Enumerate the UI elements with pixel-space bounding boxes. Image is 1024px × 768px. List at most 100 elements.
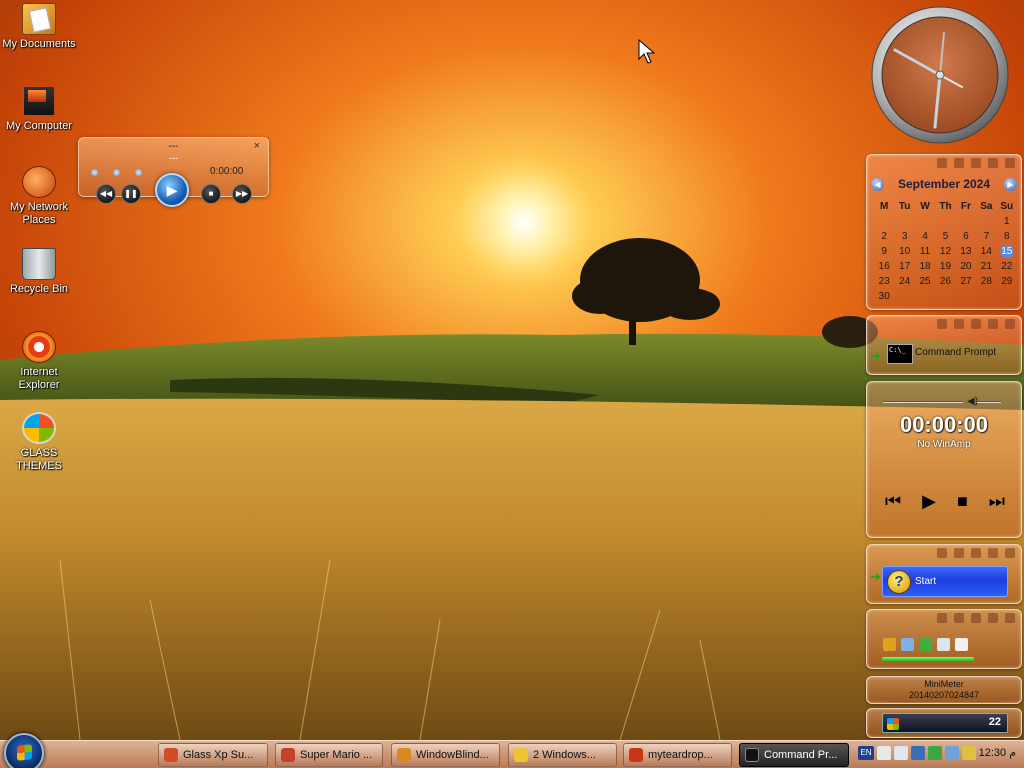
start-button[interactable] [4, 733, 44, 768]
gadget-move-icon[interactable] [971, 548, 981, 558]
gadget-close-icon[interactable] [1005, 319, 1015, 329]
winamp-play-button[interactable]: ▶ [922, 490, 936, 512]
minimeter-gadget[interactable]: MiniMeter 20140207024847 [866, 676, 1022, 704]
language-indicator[interactable]: EN [858, 746, 874, 760]
calendar-day[interactable]: 13 [956, 245, 976, 258]
calendar-day[interactable]: 9 [874, 245, 894, 258]
winamp-seek-slider[interactable] [883, 401, 963, 403]
quick-launch-gadget[interactable] [866, 609, 1022, 669]
winamp-stop-button[interactable]: ■ [957, 490, 968, 512]
gadget-pin-icon[interactable] [954, 319, 964, 329]
command-prompt-icon[interactable]: C:\_ [887, 344, 913, 364]
calendar-day[interactable]: 14 [976, 245, 996, 258]
security-icon[interactable] [919, 638, 932, 651]
command-prompt-launcher-gadget[interactable]: ➜ C:\_ Command Prompt [866, 315, 1022, 375]
search-icon[interactable] [883, 638, 896, 651]
calendar-day[interactable]: 16 [874, 260, 894, 273]
winamp-control-gadget[interactable]: ◀) 00:00:00 No WinAmp ⏮ ▶ ■ ⏭ [866, 381, 1022, 538]
player-previous-button[interactable]: ◀◀ [96, 184, 116, 204]
calendar-day[interactable]: 7 [976, 230, 996, 243]
player-play-button[interactable]: ▶ [155, 173, 189, 207]
desktop-icon-my-documents[interactable]: My Documents [0, 3, 78, 51]
calendar-day[interactable]: 22 [997, 260, 1017, 273]
desktop-icon-internet-explorer[interactable]: Internet Explorer [0, 331, 78, 392]
gadget-settings-icon[interactable] [937, 319, 947, 329]
desktop-icon-glass-themes[interactable]: GLASS THEMES [0, 412, 78, 473]
player-pause-button[interactable]: ❚❚ [121, 184, 141, 204]
taskbar-button-active[interactable]: Command Pr... [739, 743, 849, 767]
analog-clock-gadget[interactable] [870, 5, 1010, 145]
calendar-day[interactable]: 26 [935, 275, 955, 288]
calendar-day[interactable]: 12 [935, 245, 955, 258]
calendar-day[interactable]: 29 [997, 275, 1017, 288]
gadget-options-icon[interactable] [988, 548, 998, 558]
taskbar-button[interactable]: Glass Xp Su... [158, 743, 268, 767]
calendar-gadget[interactable]: ◀ September 2024 ▶ M Tu W Th Fr Sa Su 1 2 3 4 5 6 7 8 9… [866, 154, 1022, 310]
start-launcher-gadget[interactable]: ➜ ? Start [866, 544, 1022, 604]
winamp-previous-button[interactable]: ⏮ [885, 490, 901, 512]
calendar-day[interactable]: 30 [874, 290, 894, 303]
calendar-day[interactable]: 10 [894, 245, 914, 258]
gadget-settings-icon[interactable] [937, 548, 947, 558]
gadget-settings-icon[interactable] [937, 613, 947, 623]
calendar-day[interactable]: 18 [915, 260, 935, 273]
mini-taskbar-gadget[interactable]: 22 [866, 708, 1022, 738]
monitor-icon[interactable] [945, 746, 959, 760]
winamp-volume-slider[interactable] [977, 401, 1001, 403]
network-icon[interactable] [911, 746, 925, 760]
calendar-day[interactable]: 8 [997, 230, 1017, 243]
gadget-close-icon[interactable] [1005, 158, 1015, 168]
gadget-pin-icon[interactable] [954, 158, 964, 168]
gadget-options-icon[interactable] [988, 319, 998, 329]
calendar-day[interactable]: 17 [894, 260, 914, 273]
calendar-day[interactable]: 28 [976, 275, 996, 288]
gadget-close-icon[interactable] [1005, 613, 1015, 623]
gadget-move-icon[interactable] [971, 613, 981, 623]
calendar-day[interactable]: 4 [915, 230, 935, 243]
calendar-day[interactable]: 23 [874, 275, 894, 288]
calendar-day[interactable]: 24 [894, 275, 914, 288]
start-launch-button[interactable]: ? Start [882, 566, 1008, 597]
gadget-close-icon[interactable] [1005, 548, 1015, 558]
gadget-move-icon[interactable] [971, 319, 981, 329]
security-shield-icon[interactable] [928, 746, 942, 760]
calendar-day[interactable]: 11 [915, 245, 935, 258]
calendar-next-month-button[interactable]: ▶ [1004, 178, 1017, 191]
calendar-day[interactable]: 21 [976, 260, 996, 273]
gadget-options-icon[interactable] [988, 613, 998, 623]
taskbar-clock[interactable]: 12:30 م [979, 746, 1016, 759]
calendar-day[interactable]: 5 [935, 230, 955, 243]
desktop-icon-recycle-bin[interactable]: Recycle Bin [0, 248, 78, 296]
player-stop-button[interactable]: ■ [201, 184, 221, 204]
document-icon[interactable] [955, 638, 968, 651]
winamp-next-button[interactable]: ⏭ [989, 490, 1005, 512]
monitor-icon[interactable] [937, 638, 950, 651]
display-icon[interactable] [894, 746, 908, 760]
window-icon[interactable] [901, 638, 914, 651]
calendar-day[interactable]: 19 [935, 260, 955, 273]
calendar-day[interactable]: 25 [915, 275, 935, 288]
command-prompt-label[interactable]: Command Prompt [915, 347, 996, 358]
mini-taskbar-preview[interactable]: 22 [882, 713, 1008, 733]
gadget-move-icon[interactable] [971, 158, 981, 168]
taskbar-button[interactable]: Super Mario ... [275, 743, 383, 767]
taskbar-button[interactable]: myteardrop... [623, 743, 732, 767]
mini-media-player[interactable]: --- --- × 0:00:00 ◀◀ ❚❚ ▶ ■ ▶▶ [78, 137, 269, 207]
player-close-button[interactable]: × [254, 140, 260, 152]
taskbar-button[interactable]: 2 Windows... [508, 743, 617, 767]
calendar-day[interactable]: 2 [874, 230, 894, 243]
gadget-options-icon[interactable] [988, 158, 998, 168]
calendar-day[interactable]: 1 [997, 215, 1017, 228]
gadget-pin-icon[interactable] [954, 548, 964, 558]
calendar-day[interactable]: 6 [956, 230, 976, 243]
desktop-icon-my-network-places[interactable]: My Network Places [0, 166, 78, 227]
gadget-pin-icon[interactable] [954, 613, 964, 623]
taskbar-button[interactable]: WindowBlind... [391, 743, 500, 767]
player-next-button[interactable]: ▶▶ [232, 184, 252, 204]
window-switch-icon[interactable] [877, 746, 891, 760]
calendar-day[interactable]: 15 [996, 245, 1017, 258]
gadget-settings-icon[interactable] [937, 158, 947, 168]
desktop-icon-my-computer[interactable]: My Computer [0, 85, 78, 133]
speaker-icon[interactable] [962, 746, 976, 760]
calendar-day[interactable]: 3 [894, 230, 914, 243]
